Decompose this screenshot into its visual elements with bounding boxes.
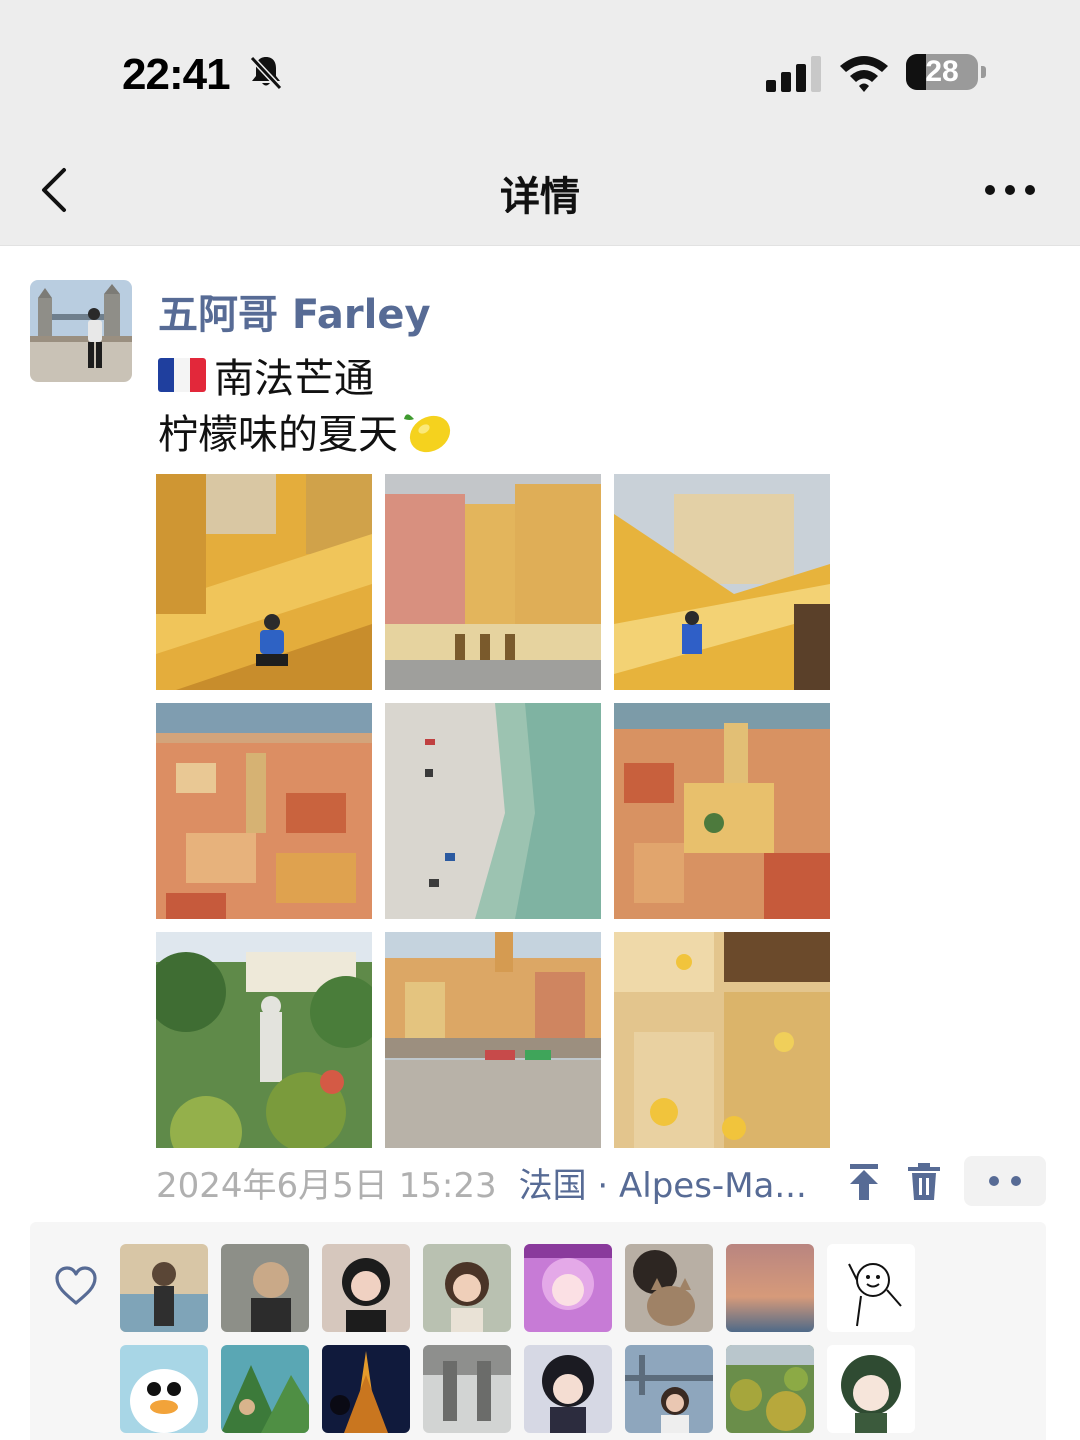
post-meta: 2024年6月5日 15:23 法国 · Alpes-Ma... [156,1158,807,1207]
post-text-caption: 柠檬味的夏天 [158,412,398,458]
more-dots-icon [989,1176,1021,1186]
lemon-icon [404,414,451,453]
photo-9[interactable] [614,932,830,1148]
photo-grid [156,474,830,1148]
status-time: 22:41 [122,50,231,99]
post-text-place: 南法芒通 [214,356,374,402]
liker-avatar-10[interactable] [221,1345,309,1433]
liker-avatar-3[interactable] [322,1244,410,1332]
more-dots-button[interactable] [964,1156,1046,1206]
liker-avatar-9[interactable] [120,1345,208,1433]
liker-avatar-1[interactable] [120,1244,208,1332]
author-name[interactable]: 五阿哥 Farley [158,282,431,340]
photo-3[interactable] [614,474,830,690]
post-text-line-2: 柠檬味的夏天 [158,402,454,460]
liker-avatar-15[interactable] [726,1345,814,1433]
top-bar: 22:41 28 详情 [0,0,1080,246]
photo-7[interactable] [156,932,372,1148]
liker-avatar-16[interactable] [827,1345,915,1433]
liker-avatar-14[interactable] [625,1345,713,1433]
liker-avatar-2[interactable] [221,1244,309,1332]
liker-avatar-8[interactable] [827,1244,915,1332]
liker-avatar-11[interactable] [322,1345,410,1433]
liker-avatar-7[interactable] [726,1244,814,1332]
photo-5[interactable] [385,703,601,919]
signal-icon [766,56,821,92]
france-flag-icon [158,358,206,392]
battery-icon: 28 [906,52,988,92]
more-horizontal-icon[interactable] [982,180,1038,200]
page-title: 详情 [500,174,580,220]
liker-avatar-4[interactable] [423,1244,511,1332]
post-text-line-1: 南法芒通 [158,346,374,404]
photo-4[interactable] [156,703,372,919]
photo-1[interactable] [156,474,372,690]
battery-level: 28 [925,55,959,88]
liker-avatar-13[interactable] [524,1345,612,1433]
post-location[interactable]: 法国 · Alpes-Ma... [519,1158,807,1207]
photo-6[interactable] [614,703,830,919]
pin-top-icon[interactable] [846,1162,882,1202]
liker-avatar-6[interactable] [625,1244,713,1332]
post-date: 2024年6月5日 15:23 [156,1165,497,1206]
liker-avatar-5[interactable] [524,1244,612,1332]
wifi-icon [840,56,888,92]
heart-icon [55,1266,97,1305]
photo-8[interactable] [385,932,601,1148]
bell-slash-icon [249,55,283,91]
author-avatar[interactable] [30,280,132,382]
likes-panel [30,1222,1046,1440]
trash-icon[interactable] [906,1162,942,1202]
liker-avatar-12[interactable] [423,1345,511,1433]
photo-2[interactable] [385,474,601,690]
